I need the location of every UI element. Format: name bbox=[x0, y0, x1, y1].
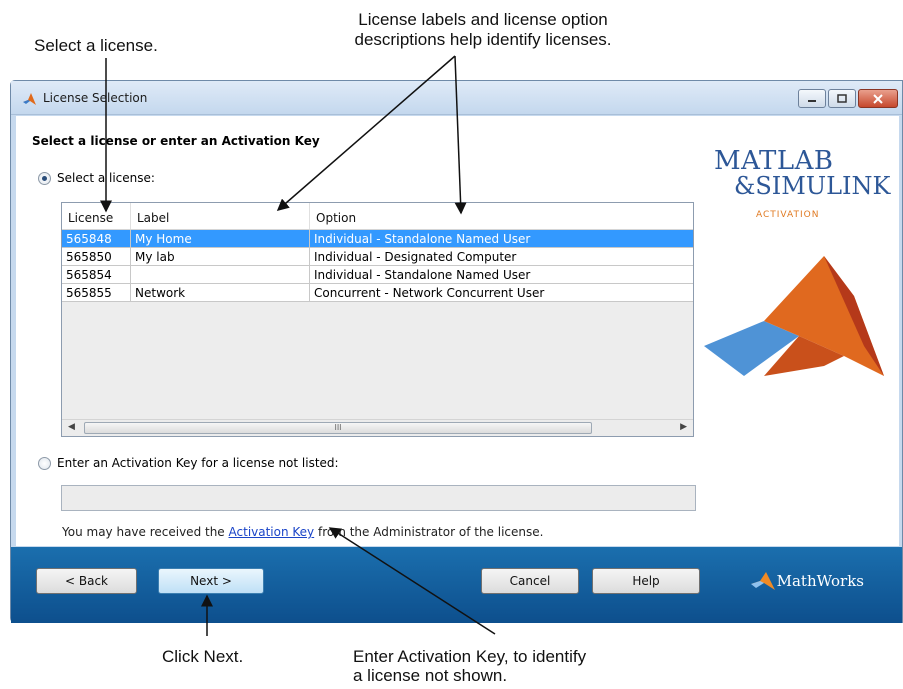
table-row[interactable]: 565848 My Home Individual - Standalone N… bbox=[62, 230, 693, 248]
mathworks-logo-text: MathWorks bbox=[776, 572, 864, 590]
callout-license-labels: License labels and license option descri… bbox=[318, 10, 648, 50]
dialog-heading: Select a license or enter an Activation … bbox=[32, 134, 320, 148]
dialog-footer: < Back Next > Cancel Help MathWorks bbox=[11, 547, 902, 623]
option-cell: Concurrent - Network Concurrent User bbox=[314, 286, 545, 300]
maximize-icon bbox=[837, 94, 847, 103]
scroll-right-icon[interactable]: ▶ bbox=[680, 422, 687, 432]
select-license-radio[interactable] bbox=[38, 171, 51, 185]
activation-key-label: Enter an Activation Key for a license no… bbox=[57, 456, 339, 470]
minimize-icon bbox=[808, 99, 816, 102]
branding-panel: MATLAB &SIMULINK ACTIVATION bbox=[704, 116, 899, 546]
option-cell: Individual - Standalone Named User bbox=[314, 232, 531, 246]
license-cell: 565850 bbox=[62, 248, 131, 265]
back-button[interactable]: < Back bbox=[36, 568, 137, 594]
option-cell: Individual - Standalone Named User bbox=[314, 268, 531, 282]
callout-labels-line1: License labels and license option bbox=[358, 10, 608, 29]
license-cell: 565848 bbox=[62, 230, 131, 247]
window-title: License Selection bbox=[43, 91, 148, 105]
table-row[interactable]: 565854 Individual - Standalone Named Use… bbox=[62, 266, 693, 284]
column-header-license[interactable]: License bbox=[62, 203, 131, 229]
column-header-label[interactable]: Label bbox=[131, 203, 310, 229]
membrane-logo-icon bbox=[704, 256, 884, 376]
simulink-logo-text: &SIMULINK bbox=[734, 172, 891, 200]
callout-activation-key: Enter Activation Key, to identify a lice… bbox=[353, 647, 586, 685]
scroll-left-icon[interactable]: ◀ bbox=[68, 422, 75, 432]
table-row[interactable]: 565855 Network Concurrent - Network Conc… bbox=[62, 284, 693, 302]
label-cell: Network bbox=[131, 284, 310, 301]
close-button[interactable] bbox=[858, 89, 898, 108]
title-bar: License Selection bbox=[11, 81, 902, 115]
callout-key-line1: Enter Activation Key, to identify bbox=[353, 647, 587, 666]
callout-select-license: Select a license. bbox=[34, 36, 158, 55]
column-header-option[interactable]: Option bbox=[310, 203, 693, 229]
license-table: License Label Option 565848 My Home Indi… bbox=[61, 202, 694, 437]
window-controls bbox=[798, 89, 898, 108]
note-text-after: from the Administrator of the license. bbox=[314, 525, 544, 539]
mathworks-logo-icon bbox=[750, 572, 775, 590]
option-cell: Individual - Designated Computer bbox=[314, 250, 517, 264]
select-license-label: Select a license: bbox=[57, 171, 155, 185]
note-text-before: You may have received the bbox=[62, 525, 229, 539]
label-cell: My lab bbox=[131, 248, 310, 265]
callout-key-line2: a license not shown. bbox=[353, 666, 508, 685]
callout-click-next: Click Next. bbox=[162, 647, 244, 666]
select-license-option[interactable]: Select a license: bbox=[38, 171, 155, 185]
license-cell: 565855 bbox=[62, 284, 131, 301]
table-row[interactable]: 565850 My lab Individual - Designated Co… bbox=[62, 248, 693, 266]
activation-key-input[interactable] bbox=[61, 485, 696, 511]
dialog-body: Select a license or enter an Activation … bbox=[16, 116, 899, 546]
activation-key-link[interactable]: Activation Key bbox=[229, 525, 315, 539]
label-cell bbox=[131, 266, 310, 283]
table-header: License Label Option bbox=[62, 203, 693, 230]
cancel-button[interactable]: Cancel bbox=[481, 568, 579, 594]
activation-key-option[interactable]: Enter an Activation Key for a license no… bbox=[38, 456, 339, 470]
minimize-button[interactable] bbox=[798, 89, 826, 108]
activation-logo-text: ACTIVATION bbox=[756, 210, 820, 220]
scrollbar-thumb[interactable]: III bbox=[84, 422, 592, 434]
close-icon bbox=[873, 93, 883, 104]
activation-key-note: You may have received the Activation Key… bbox=[62, 525, 543, 539]
help-button[interactable]: Help bbox=[592, 568, 700, 594]
callout-labels-line2: descriptions help identify licenses. bbox=[354, 30, 612, 49]
mathworks-logo: MathWorks bbox=[750, 571, 864, 591]
maximize-button[interactable] bbox=[828, 89, 856, 108]
horizontal-scrollbar[interactable]: ◀ III ▶ bbox=[62, 419, 693, 436]
label-cell: My Home bbox=[131, 230, 310, 247]
license-selection-window: License Selection Select a license or en… bbox=[10, 80, 903, 623]
license-cell: 565854 bbox=[62, 266, 131, 283]
next-button[interactable]: Next > bbox=[158, 568, 264, 594]
matlab-app-icon bbox=[23, 93, 36, 105]
activation-key-radio[interactable] bbox=[38, 456, 51, 470]
